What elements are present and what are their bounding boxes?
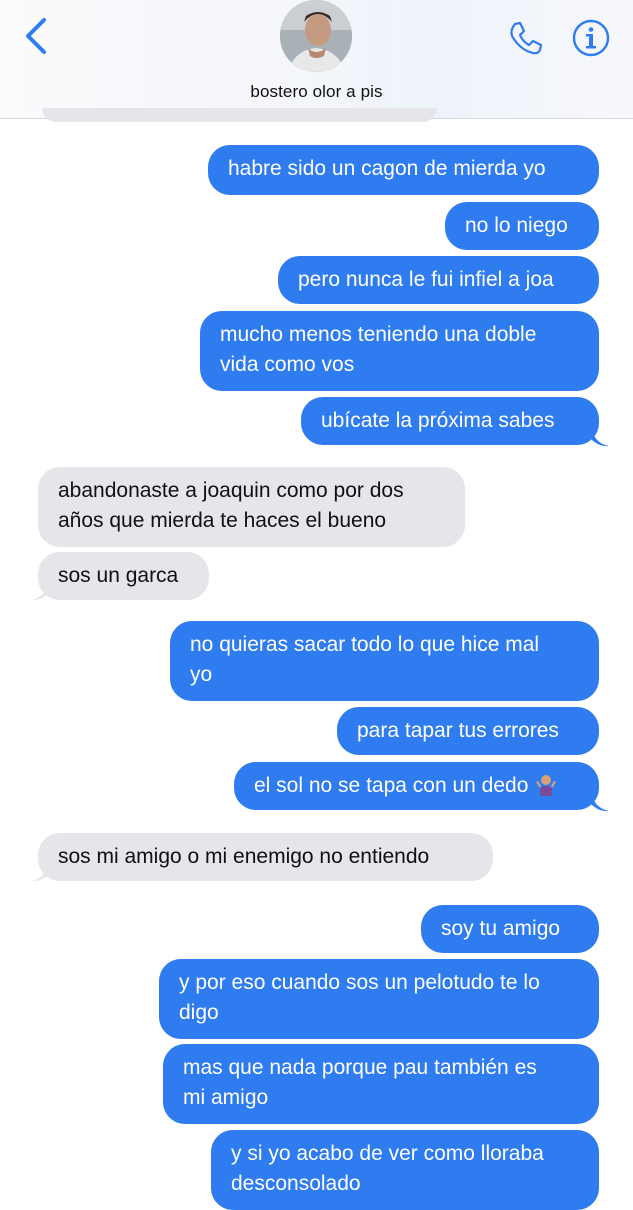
message-text-line: mas que nada porque pau también es [183, 1056, 537, 1079]
avatar-photo [280, 0, 352, 72]
message-bubble-outgoing[interactable]: y por eso cuando sos un pelotudo te lo d… [159, 959, 599, 1039]
message-bubble-outgoing[interactable]: para tapar tus errores [337, 707, 599, 755]
message-text: soy tu amigo [441, 917, 561, 940]
message-text-line: y si yo acabo de ver como lloraba [231, 1142, 544, 1165]
message-text: sos un garca [58, 564, 179, 587]
message-bubble-outgoing[interactable]: no lo niego [445, 202, 599, 250]
message-text: no lo niego [465, 214, 568, 237]
message-text: habre sido un cagon de mierda yo [228, 157, 546, 180]
message-bubble-outgoing[interactable]: el sol no se tapa con un dedo [234, 762, 599, 810]
message-text-line: desconsolado [231, 1172, 361, 1195]
message-text-line: años que mierda te haces el bueno [58, 509, 387, 532]
info-button[interactable] [571, 18, 611, 58]
message-text: para tapar tus errores [357, 719, 559, 742]
message-text-line: y por eso cuando sos un pelotudo te lo [179, 971, 540, 994]
message-bubble-outgoing[interactable]: soy tu amigo [421, 905, 599, 953]
message-text-line: mi amigo [183, 1086, 269, 1109]
message-text-line: abandonaste a joaquin como por dos [58, 479, 404, 502]
bubble-tail [31, 579, 49, 601]
message-text-line: no quieras sacar todo lo que hice mal [190, 633, 540, 656]
message-bubble-outgoing[interactable]: ubícate la próxima sabes [301, 397, 599, 445]
contact-avatar[interactable] [280, 0, 352, 72]
message-text: ubícate la próxima sabes [321, 409, 555, 432]
message-text-line: yo [190, 663, 213, 686]
message-bubble-incoming[interactable]: sos un garca [38, 552, 209, 600]
message-text: el sol no se tapa con un dedo [254, 774, 529, 797]
message-bubble-outgoing[interactable]: habre sido un cagon de mierda yo [208, 145, 599, 195]
bubble-tail [591, 790, 609, 812]
call-button[interactable] [506, 18, 546, 58]
bubble-tail [591, 425, 609, 447]
previous-message-bubble [42, 108, 437, 122]
conversation-header: bostero olor a pis [0, 0, 633, 119]
message-bubble-incoming[interactable]: sos mi amigo o mi enemigo no entiendo [38, 833, 493, 881]
message-bubble-outgoing[interactable]: no quieras sacar todo lo que hice mal yo [170, 621, 599, 701]
back-button[interactable] [20, 16, 54, 56]
message-bubble-outgoing[interactable]: y si yo acabo de ver como lloraba descon… [211, 1130, 599, 1210]
contact-name[interactable]: bostero olor a pis [0, 82, 633, 102]
message-bubble-outgoing[interactable]: mas que nada porque pau también es mi am… [163, 1044, 599, 1124]
person-shrugging-emoji-icon [536, 775, 557, 796]
message-text-line: mucho menos teniendo una doble [220, 323, 537, 346]
bubble-tail [31, 860, 49, 882]
message-text-line: digo [179, 1001, 219, 1024]
message-bubble-incoming[interactable]: abandonaste a joaquin como por dos años … [38, 467, 465, 547]
message-bubble-outgoing[interactable]: pero nunca le fui infiel a joa [278, 256, 599, 304]
chevron-left-icon [26, 18, 46, 54]
message-text: sos mi amigo o mi enemigo no entiendo [58, 845, 430, 868]
info-icon [572, 19, 610, 57]
message-bubble-outgoing[interactable]: mucho menos teniendo una doble vida como… [200, 311, 599, 391]
phone-icon [510, 21, 543, 55]
message-text: pero nunca le fui infiel a joa [298, 268, 554, 291]
message-text-line: vida como vos [220, 353, 355, 376]
